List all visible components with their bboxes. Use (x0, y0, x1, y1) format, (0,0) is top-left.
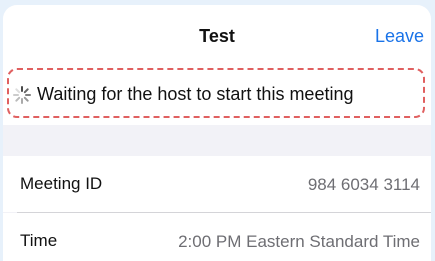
meeting-waiting-screen: Test Leave Waiting for the host to start… (3, 5, 431, 261)
waiting-status-text: Waiting for the host to start this meeti… (37, 84, 354, 104)
spinner-icon (13, 86, 31, 104)
leave-button[interactable]: Leave (375, 26, 424, 47)
meeting-id-label: Meeting ID (20, 174, 103, 193)
time-label: Time (20, 231, 58, 250)
time-value: 2:00 PM Eastern Standard Time (178, 232, 420, 251)
time-row: Time 2:00 PM Eastern Standard Time (3, 213, 431, 261)
meeting-title: Test (199, 26, 235, 46)
meeting-id-row: Meeting ID 984 6034 3114 (3, 156, 431, 212)
header-bar: Test Leave (3, 5, 431, 61)
waiting-status-row: Waiting for the host to start this meeti… (3, 61, 431, 125)
meeting-id-value: 984 6034 3114 (307, 175, 420, 194)
